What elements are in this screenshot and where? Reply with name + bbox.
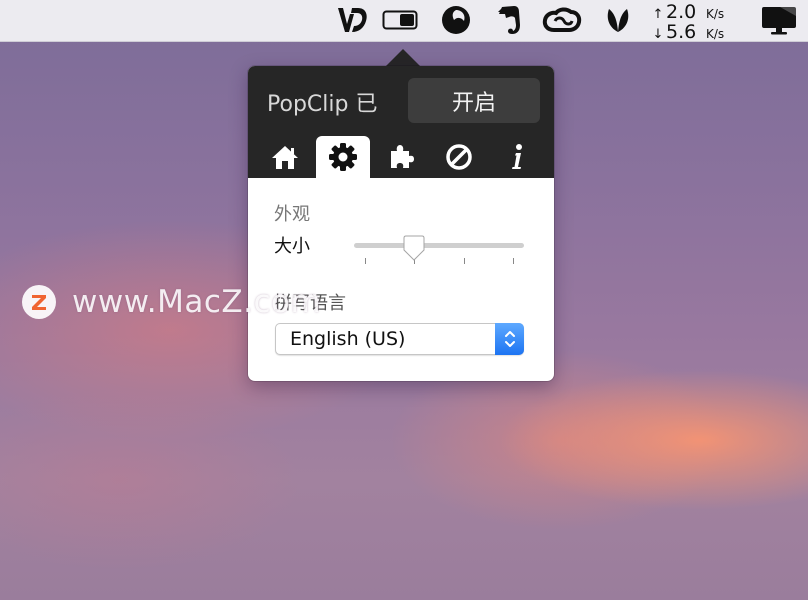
- upload-speed-unit: K/s: [706, 7, 725, 21]
- slider-tick: [513, 258, 514, 264]
- evernote-icon[interactable]: [490, 3, 528, 37]
- download-speed-value: 5.6: [666, 21, 697, 43]
- slider-tick: [365, 258, 366, 264]
- dictionary-icon[interactable]: [332, 3, 372, 37]
- tab-extensions[interactable]: [374, 136, 428, 178]
- size-slider-thumb[interactable]: [402, 235, 426, 263]
- popover-title: PopClip 已: [267, 92, 378, 117]
- desktop-wallpaper: ↑ 2.0 K/s ↓ 5.6 K/s PopClip 已 开启 外观 大小 拼…: [0, 0, 808, 600]
- size-slider-track[interactable]: [354, 243, 524, 248]
- watermark-logo: [22, 285, 56, 319]
- tab-settings[interactable]: [316, 136, 370, 178]
- tab-home[interactable]: [258, 136, 312, 178]
- watermark-text: www.MacZ.com: [72, 284, 322, 320]
- download-arrow-icon: ↓: [652, 27, 664, 42]
- toggle-icon[interactable]: [380, 3, 420, 37]
- updown-chevron-icon: [504, 331, 515, 347]
- tab-excluded-apps[interactable]: [432, 136, 486, 178]
- tab-about[interactable]: [490, 136, 544, 178]
- popover-header: PopClip 已 开启: [248, 66, 554, 178]
- watermark: www.MacZ.com: [22, 282, 321, 322]
- enable-button[interactable]: 开启: [408, 78, 540, 123]
- creative-cloud-icon[interactable]: [541, 3, 583, 37]
- select-stepper[interactable]: [495, 323, 524, 355]
- download-speed-unit: K/s: [706, 27, 725, 41]
- leaf-icon[interactable]: [600, 3, 636, 37]
- menu-bar: ↑ 2.0 K/s ↓ 5.6 K/s: [0, 0, 808, 43]
- popclip-popover: PopClip 已 开启 外观 大小 拼写语言 English (US): [248, 66, 554, 381]
- info-icon: [512, 144, 522, 169]
- display-icon[interactable]: [758, 3, 800, 37]
- upload-speed-value: 2.0: [666, 1, 697, 23]
- network-speed-meter[interactable]: ↑ 2.0 K/s ↓ 5.6 K/s: [650, 0, 750, 43]
- blocked-icon: [446, 144, 472, 170]
- moon-app-icon[interactable]: [437, 3, 475, 37]
- upload-arrow-icon: ↑: [652, 7, 664, 22]
- size-label: 大小: [274, 236, 310, 257]
- slider-tick: [464, 258, 465, 264]
- gear-icon: [329, 143, 357, 171]
- appearance-heading: 外观: [274, 204, 310, 225]
- popover-arrow: [386, 49, 420, 66]
- home-icon: [272, 146, 298, 169]
- spelling-language-select[interactable]: English (US): [275, 323, 524, 355]
- language-select-value: English (US): [290, 328, 406, 350]
- puzzle-icon: [391, 145, 414, 168]
